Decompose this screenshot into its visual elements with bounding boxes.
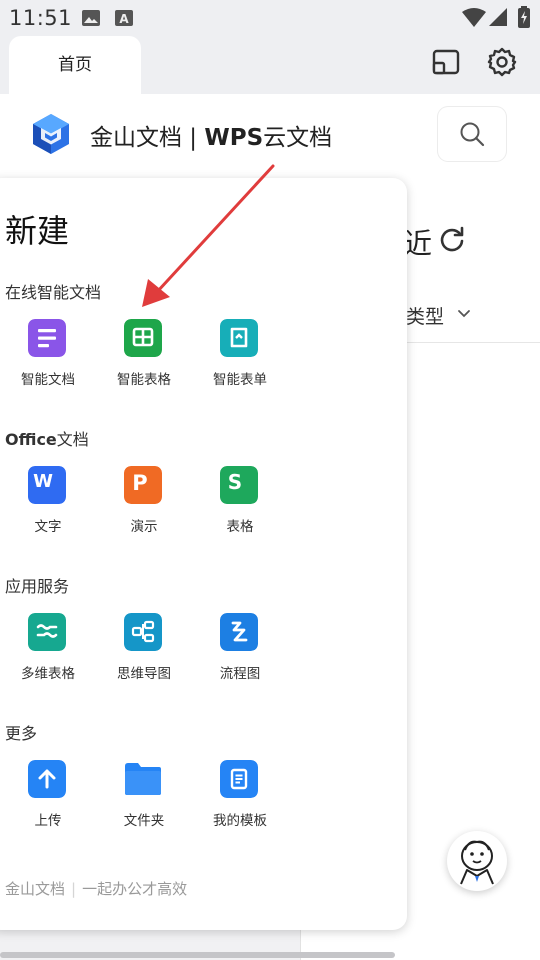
spreadsheet-icon: S — [220, 466, 258, 504]
tile-label: 多维表格 — [21, 666, 75, 682]
divider — [406, 342, 540, 343]
status-time: 11:51 — [9, 6, 73, 30]
smart-sheet-icon — [124, 319, 162, 357]
flowchart-icon — [220, 613, 258, 651]
mind-map-icon — [124, 613, 162, 651]
svg-text:S: S — [228, 470, 242, 494]
type-filter[interactable]: 类型 — [406, 302, 444, 329]
panel-title: 新建 — [5, 212, 70, 250]
new-mind-map-button[interactable]: 思维导图 — [96, 613, 192, 693]
new-word-doc-button[interactable]: W 文字 — [0, 466, 96, 546]
section-title-smart-docs: 在线智能文档 — [5, 283, 102, 302]
section-title-office-docs: Office文档 — [5, 430, 89, 449]
word-doc-icon: W — [28, 466, 66, 504]
search-button[interactable] — [438, 107, 506, 161]
smart-doc-icon — [28, 319, 66, 357]
annotation-arrow — [142, 164, 275, 307]
tile-label: 上传 — [34, 813, 62, 829]
horizontal-scrollbar[interactable] — [0, 952, 395, 958]
cellular-signal-icon — [489, 8, 507, 26]
tile-label: 智能文档 — [21, 372, 75, 388]
template-icon — [220, 760, 258, 798]
settings-gear-icon[interactable] — [486, 46, 518, 78]
tile-label: 流程图 — [219, 666, 261, 682]
kdocs-logo-icon — [33, 114, 69, 154]
tile-label: 演示 — [130, 519, 158, 535]
image-notification-icon — [82, 10, 100, 26]
refresh-icon[interactable] — [438, 225, 466, 253]
chevron-down-icon — [458, 310, 470, 318]
section-title-app-services: 应用服务 — [5, 577, 70, 596]
screen-cast-icon[interactable] — [430, 46, 462, 78]
tile-label: 智能表单 — [213, 372, 267, 388]
my-templates-button[interactable]: 我的模板 — [192, 760, 288, 840]
svg-text:W: W — [33, 471, 53, 492]
svg-text:A: A — [119, 12, 129, 26]
tile-label: 文件夹 — [123, 813, 165, 829]
new-smart-doc-button[interactable]: 智能文档 — [0, 319, 96, 399]
new-flowchart-button[interactable]: 流程图 — [192, 613, 288, 693]
presentation-icon: P — [124, 466, 162, 504]
multidimensional-table-icon — [28, 613, 66, 651]
tab-home-label: 首页 — [58, 55, 92, 75]
svg-text:P: P — [132, 471, 147, 495]
a-notification-icon: A — [115, 10, 133, 26]
folder-icon — [125, 763, 161, 795]
section-title-more: 更多 — [5, 724, 38, 743]
new-multidim-table-button[interactable]: 多维表格 — [0, 613, 96, 693]
battery-icon — [518, 6, 530, 28]
tile-label: 表格 — [226, 519, 254, 535]
mascot-face-icon — [460, 840, 494, 885]
new-smart-sheet-button[interactable]: 智能表格 — [96, 319, 192, 399]
upload-arrow-icon — [28, 760, 66, 798]
tile-label: 思维导图 — [117, 666, 171, 682]
new-smart-form-button[interactable]: 智能表单 — [192, 319, 288, 399]
panel-footer: 金山文档 | 一起办公才高效 — [5, 880, 188, 898]
new-presentation-button[interactable]: P 演示 — [96, 466, 192, 546]
new-folder-button[interactable]: 文件夹 — [96, 760, 192, 840]
recent-heading-fragment: 近 — [404, 227, 433, 260]
tile-label: 我的模板 — [213, 813, 267, 829]
tile-label: 智能表格 — [117, 372, 171, 388]
new-spreadsheet-button[interactable]: S 表格 — [192, 466, 288, 546]
assistant-mascot-button[interactable] — [447, 831, 507, 891]
tile-label: 文字 — [34, 519, 62, 535]
upload-button[interactable]: 上传 — [0, 760, 96, 840]
search-icon — [460, 122, 485, 147]
smart-form-icon — [220, 319, 258, 357]
tab-home[interactable]: 首页 — [9, 36, 141, 94]
wifi-icon — [462, 8, 486, 27]
app-title: 金山文档 | WPS云文档 — [90, 125, 333, 151]
